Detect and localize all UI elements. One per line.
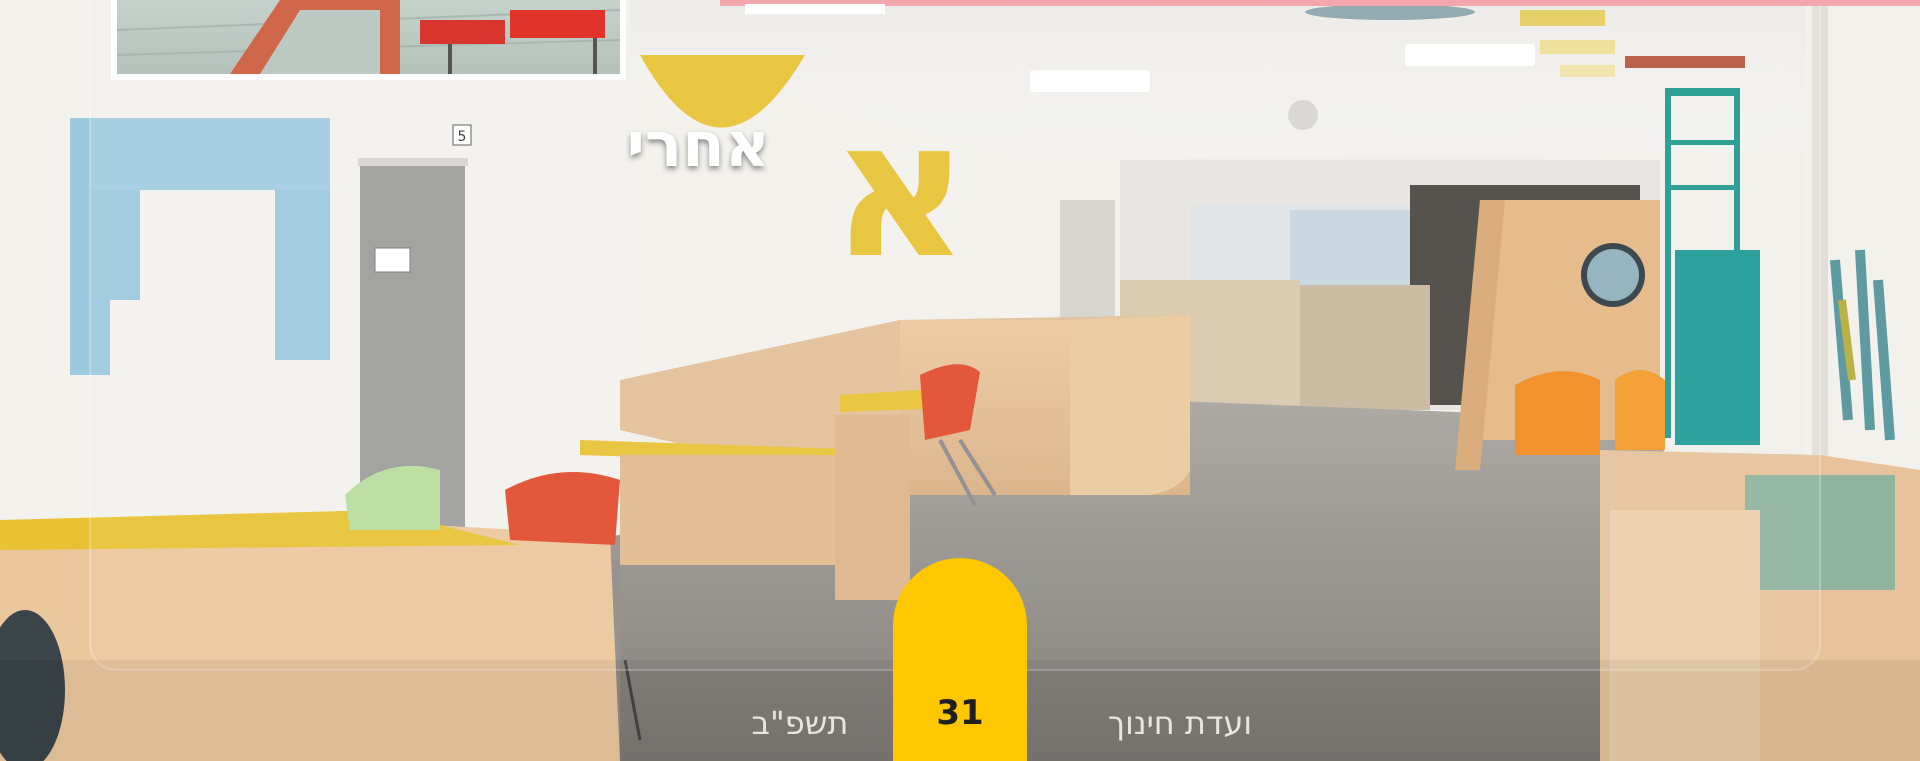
footer-committee: ועדת חינוך: [1107, 704, 1253, 742]
footer-year: תשפ"ב: [751, 704, 849, 742]
page-number: 31: [936, 693, 984, 733]
after-label: אחרי: [626, 108, 770, 181]
before-photo-inset: [111, 0, 626, 80]
